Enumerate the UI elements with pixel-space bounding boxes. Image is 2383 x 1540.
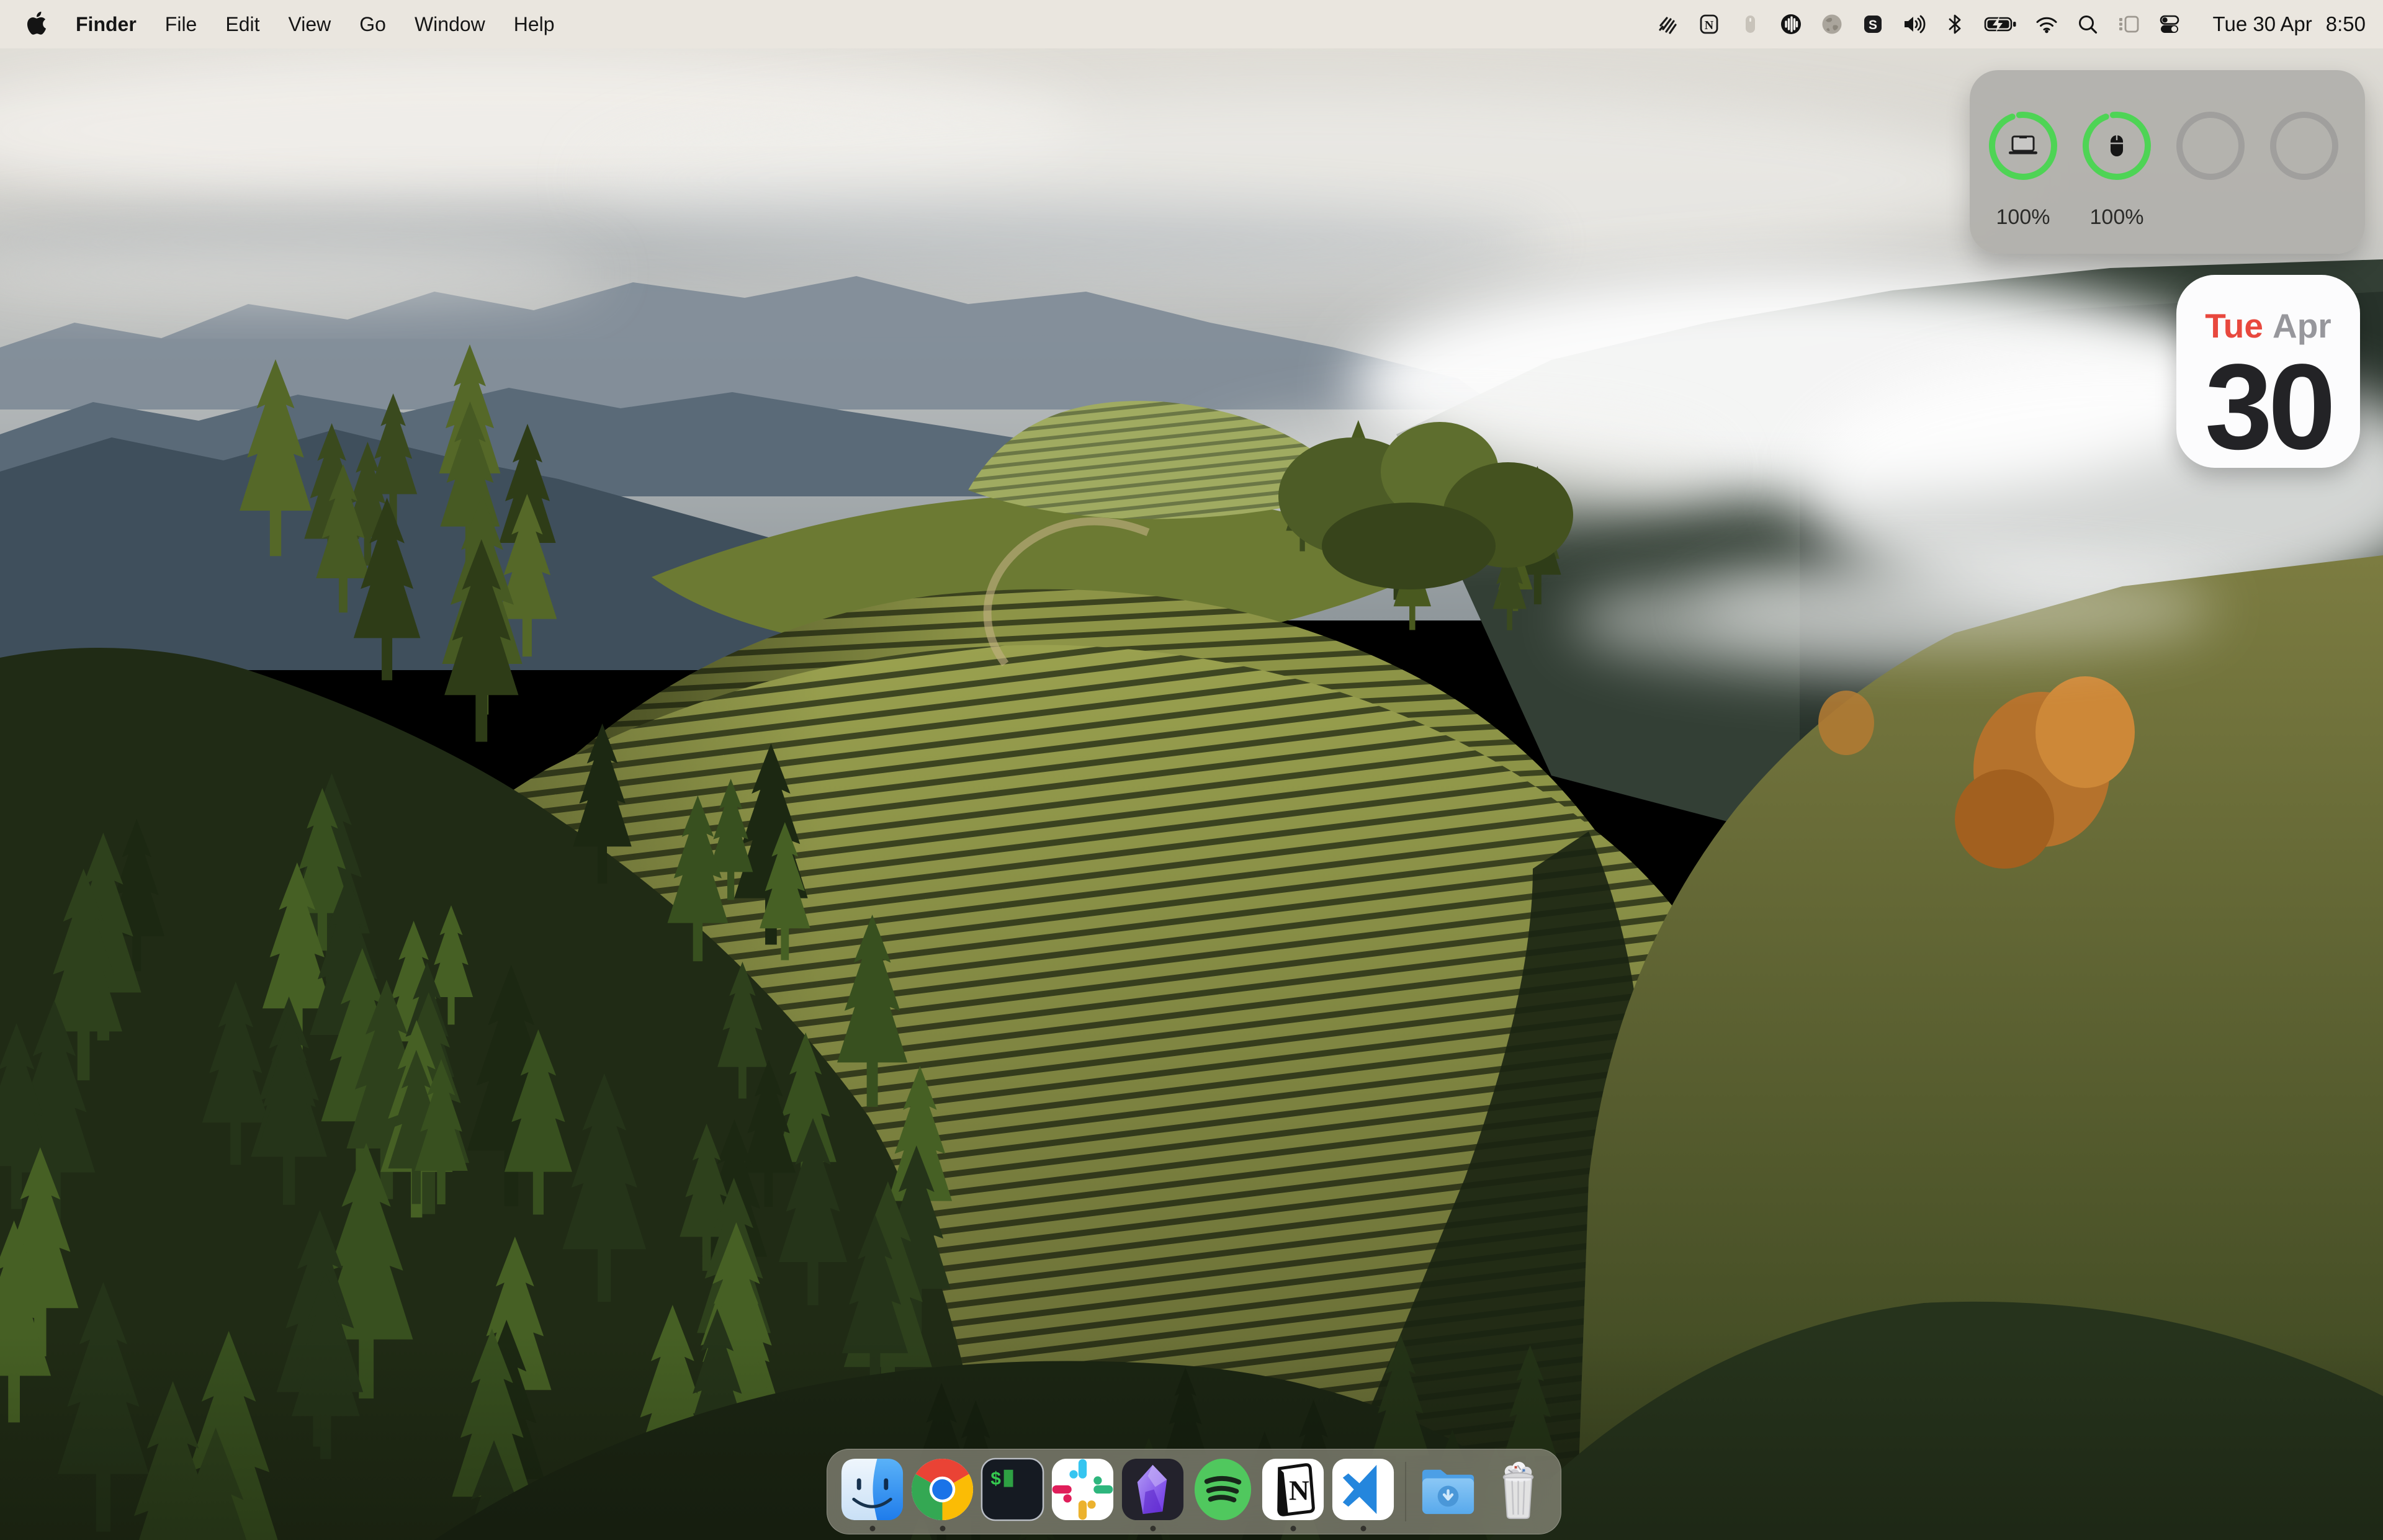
clock-date: Tue 30 Apr [2213, 12, 2312, 36]
menu-edit[interactable]: Edit [225, 13, 259, 36]
dock-item-downloads[interactable] [1413, 1449, 1483, 1534]
striped-app-icon[interactable] [1656, 12, 1681, 37]
svg-text:$: $ [990, 1469, 1002, 1490]
dock-item-spotify[interactable] [1188, 1449, 1258, 1534]
dock-item-slack[interactable] [1048, 1449, 1118, 1534]
notion-icon[interactable]: N [1697, 12, 1721, 37]
dock: $ [827, 1449, 1561, 1534]
menu-help[interactable]: Help [514, 13, 555, 36]
battery-widget[interactable]: 100% 100% [1970, 70, 2365, 254]
dock-item-finder[interactable] [837, 1449, 907, 1534]
battery-ring-laptop [1988, 111, 2057, 180]
clock-time: 8:50 [2326, 12, 2366, 36]
dock-item-trash[interactable] [1483, 1449, 1553, 1534]
volume-icon[interactable] [1901, 12, 1926, 37]
dock-item-notion[interactable]: N [1258, 1449, 1328, 1534]
active-app-name[interactable]: Finder [76, 13, 137, 36]
spotlight-icon[interactable] [2075, 12, 2100, 37]
menu-bar-status: N [1656, 11, 2366, 37]
menu-view[interactable]: View [288, 13, 331, 36]
mouse-battery-icon[interactable] [1738, 12, 1762, 37]
calendar-widget[interactable]: Tue Apr 30 [2176, 275, 2360, 468]
battery-percent-mouse: 100% [2090, 205, 2144, 229]
desktop: Finder File Edit View Go Window Help [0, 0, 2383, 1540]
menu-go[interactable]: Go [359, 13, 386, 36]
svg-text:N: N [1704, 19, 1713, 32]
running-indicator [1150, 1526, 1156, 1531]
running-indicator [1360, 1526, 1366, 1531]
menu-bar-clock[interactable]: Tue 30 Apr 8:50 [2213, 12, 2366, 36]
svg-text:S: S [1869, 18, 1877, 32]
running-indicator [940, 1526, 945, 1531]
battery-ring-empty-2 [2273, 115, 2335, 177]
stage-manager-icon[interactable] [2116, 12, 2141, 37]
battery-percent-laptop: 100% [1996, 205, 2050, 229]
apple-icon[interactable] [25, 9, 47, 40]
running-indicator [869, 1526, 875, 1531]
s-app-icon[interactable]: S [1860, 12, 1885, 37]
dock-item-obsidian[interactable] [1118, 1449, 1188, 1534]
menu-bar: Finder File Edit View Go Window Help [0, 0, 2383, 48]
wifi-icon[interactable] [2034, 12, 2059, 37]
globe-icon[interactable] [1820, 12, 1844, 37]
dock-item-terminal[interactable]: $ [977, 1449, 1048, 1534]
svg-text:N: N [1289, 1474, 1309, 1506]
running-indicator [1290, 1526, 1296, 1531]
menu-window[interactable]: Window [415, 13, 485, 36]
menu-file[interactable]: File [165, 13, 197, 36]
battery-ring-empty-1 [2179, 115, 2242, 177]
waveform-circle-icon[interactable] [1779, 12, 1803, 37]
bluetooth-icon[interactable] [1942, 12, 1967, 37]
calendar-day: 30 [2176, 349, 2360, 465]
battery-charging-icon[interactable] [1983, 11, 2018, 37]
control-center-icon[interactable] [2157, 12, 2182, 37]
dock-item-vscode[interactable] [1328, 1449, 1398, 1534]
battery-ring-mouse [2082, 111, 2151, 180]
menu-bar-left: Finder File Edit View Go Window Help [25, 9, 555, 40]
dock-divider [1398, 1449, 1413, 1534]
dock-item-chrome[interactable] [907, 1449, 977, 1534]
